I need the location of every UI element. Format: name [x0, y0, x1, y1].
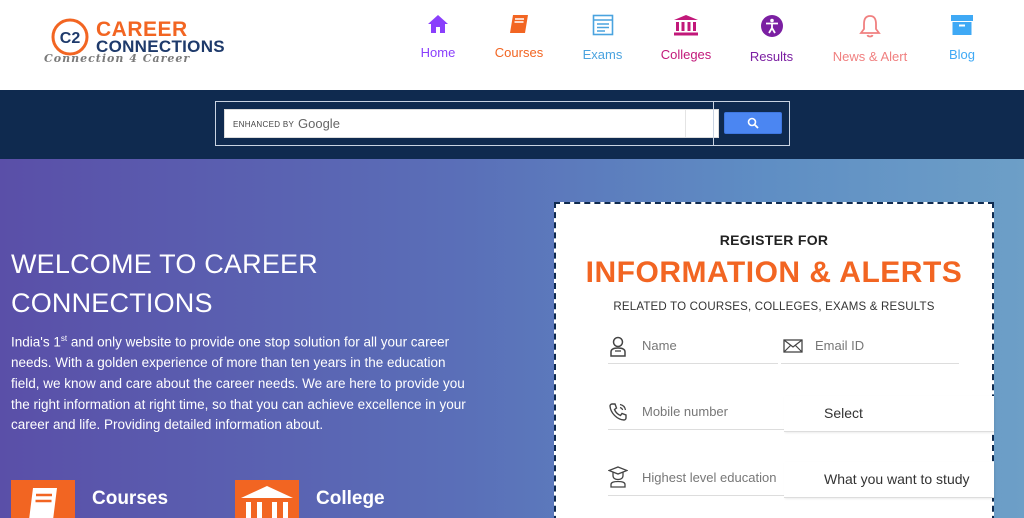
nav-results[interactable]: Results	[749, 10, 794, 70]
phone-icon	[609, 403, 627, 421]
register-card: REGISTER FOR INFORMATION & ALERTS RELATE…	[554, 202, 994, 518]
name-placeholder: Name	[642, 338, 677, 353]
brand-logo[interactable]: C2 CAREER CONNECTIONS Connection 4 Caree…	[44, 14, 234, 70]
google-label: Google	[298, 116, 340, 131]
college-building-icon	[674, 15, 698, 36]
mobile-placeholder: Mobile number	[642, 404, 728, 419]
register-title: INFORMATION & ALERTS	[585, 256, 963, 289]
person-icon	[610, 336, 626, 357]
nav-news-alert[interactable]: News & Alert	[832, 10, 908, 70]
welcome-heading: WELCOME TO CAREER CONNECTIONS	[11, 245, 318, 323]
search-band: ENHANCED BY Google	[0, 90, 1024, 159]
search-icon	[747, 117, 759, 129]
enhanced-by-label: ENHANCED BY	[233, 120, 295, 129]
select-value: Select	[824, 405, 863, 421]
book-icon	[510, 15, 528, 33]
svg-text:C2: C2	[60, 30, 81, 47]
brand-tagline: Connection 4 Career	[44, 52, 191, 65]
welcome-line2: CONNECTIONS	[11, 288, 213, 318]
graduate-icon	[608, 466, 628, 488]
bell-icon	[859, 15, 881, 38]
feature-college[interactable]: College	[235, 480, 405, 518]
education-placeholder: Highest level education	[642, 470, 777, 485]
register-subtitle: RELATED TO COURSES, COLLEGES, EXAMS & RE…	[613, 301, 935, 313]
intro-paragraph: India's 1st and only website to provide …	[11, 329, 471, 436]
envelope-icon	[783, 339, 803, 353]
nav-colleges-label: Colleges	[660, 47, 712, 62]
study-value: What you want to study	[824, 471, 970, 487]
nav-exams-label: Exams	[582, 47, 623, 62]
accessibility-icon	[760, 15, 783, 37]
nav-blog[interactable]: Blog	[947, 10, 977, 70]
home-icon	[428, 15, 448, 33]
education-field[interactable]: Highest level education	[608, 464, 786, 496]
search-separator	[713, 102, 714, 145]
register-heading: REGISTER FOR	[719, 232, 829, 248]
nav-blog-label: Blog	[948, 47, 976, 62]
feature-college-label: College	[316, 488, 385, 509]
nav-courses-label: Courses	[494, 45, 544, 60]
mobile-field[interactable]: Mobile number	[608, 398, 786, 430]
hero-section: WELCOME TO CAREER CONNECTIONS India's 1s…	[0, 159, 1024, 518]
intro-post: and only website to provide one stop sol…	[11, 334, 466, 433]
nav-colleges[interactable]: Colleges	[660, 10, 712, 70]
welcome-line1: WELCOME TO CAREER	[11, 249, 318, 279]
feature-courses-label: Courses	[92, 488, 169, 509]
study-dropdown[interactable]: What you want to study	[784, 462, 994, 498]
nav-results-label: Results	[749, 49, 794, 64]
feature-courses-icon-box	[11, 480, 75, 518]
email-placeholder: Email ID	[815, 338, 865, 353]
nav-courses[interactable]: Courses	[493, 10, 545, 70]
nav-home-label: Home	[420, 45, 456, 60]
c2-logo-icon: C2	[51, 18, 89, 56]
feature-courses[interactable]: Courses	[11, 480, 181, 518]
nav-home[interactable]: Home	[417, 10, 459, 70]
search-input[interactable]: ENHANCED BY Google	[224, 109, 719, 138]
select-dropdown[interactable]: Select	[784, 396, 994, 432]
nav-news-alert-label: News & Alert	[832, 49, 908, 64]
college-building-icon	[241, 486, 293, 518]
search-clear-divider	[685, 110, 686, 137]
nav-exams[interactable]: Exams	[580, 10, 625, 70]
search-box: ENHANCED BY Google	[215, 101, 790, 146]
name-field[interactable]: Name	[608, 332, 778, 364]
book-icon	[29, 488, 57, 518]
email-field[interactable]: Email ID	[781, 332, 959, 364]
archive-box-icon	[951, 15, 973, 35]
intro-pre: India's 1	[11, 334, 61, 350]
exam-sheet-icon	[592, 14, 613, 36]
feature-college-icon-box	[235, 480, 299, 518]
search-button[interactable]	[724, 112, 782, 134]
site-header: C2 CAREER CONNECTIONS Connection 4 Caree…	[0, 0, 1024, 90]
